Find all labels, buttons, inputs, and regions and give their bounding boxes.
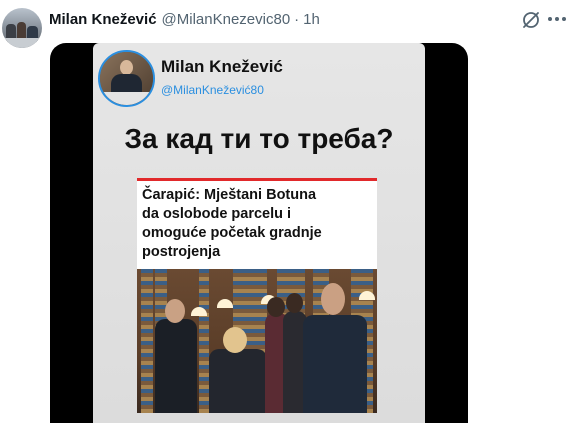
person-figure — [155, 319, 197, 413]
inner-avatar-head — [120, 60, 133, 75]
inner-author-handle: @MilanKnežević80 — [161, 83, 264, 97]
avatar[interactable] — [2, 8, 42, 48]
article-headline: Čarapić: Mještani Botuna da oslobode par… — [142, 186, 374, 262]
person-head — [321, 283, 345, 315]
news-article-card: Čarapić: Mještani Botuna da oslobode par… — [137, 178, 377, 413]
lamp — [359, 291, 375, 300]
timestamp[interactable]: 1h — [303, 11, 320, 28]
author-name[interactable]: Milan Knežević — [49, 11, 157, 28]
more-icon[interactable] — [548, 17, 566, 23]
more-dot — [555, 17, 559, 21]
separator-dot: · — [294, 10, 300, 28]
tweet-media[interactable]: Milan Knežević @MilanKnežević80 За кад т… — [50, 43, 468, 423]
tweet-header: Milan Knežević @MilanKnezevic80 · 1h — [49, 9, 320, 29]
bookshelf — [199, 269, 209, 413]
headline-line: Čarapić: Mještani Botuna — [142, 187, 317, 203]
news-accent-strip — [137, 178, 377, 181]
lamp — [217, 299, 233, 308]
grok-icon[interactable] — [520, 9, 542, 31]
more-dot — [562, 17, 566, 21]
question-text: За кад ти то треба? — [124, 123, 394, 154]
person-head — [165, 299, 185, 323]
article-photo — [137, 269, 377, 413]
screenshot-card: Milan Knežević @MilanKnežević80 За кад т… — [93, 43, 425, 423]
more-dot — [548, 17, 552, 21]
inner-avatar — [98, 50, 155, 107]
avatar-ground — [2, 38, 42, 48]
lamp — [191, 307, 207, 316]
person-head — [267, 297, 285, 317]
author-handle[interactable]: @MilanKnezevic80 — [162, 11, 291, 28]
headline-line: omoguće početak gradnje — [142, 225, 322, 241]
person-figure — [209, 349, 267, 413]
person-figure — [303, 315, 367, 413]
person-head — [286, 293, 303, 313]
inner-avatar-desk — [100, 92, 153, 105]
headline-line: da oslobode parcelu i — [142, 206, 292, 222]
bookshelf — [141, 269, 153, 413]
person-head — [223, 327, 247, 353]
inner-author-name: Milan Knežević — [161, 57, 283, 76]
headline-line: postrojenja — [142, 244, 221, 260]
